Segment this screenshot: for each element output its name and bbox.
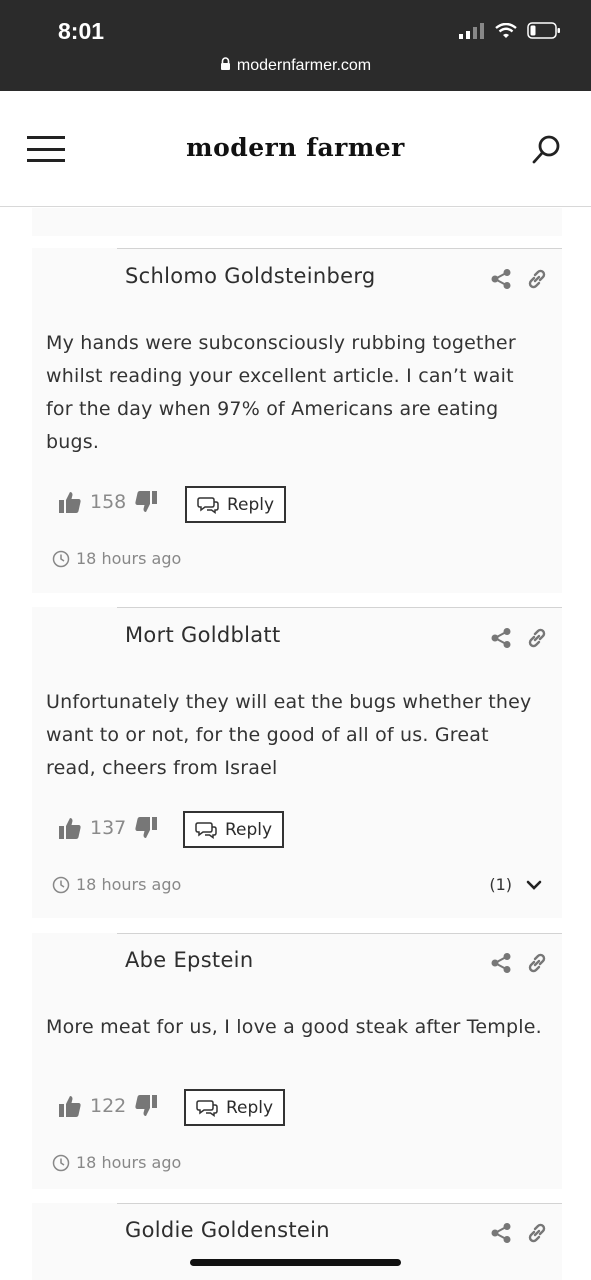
comment-divider [117,933,562,934]
timestamp-text: 18 hours ago [76,1153,182,1172]
thumbs-up-icon[interactable] [58,490,82,514]
replies-count: (1) [489,875,512,894]
comment-actions [490,627,548,649]
home-indicator[interactable] [190,1259,401,1266]
battery-icon [527,22,560,39]
clock-icon [52,1154,70,1171]
comment-author[interactable]: Schlomo Goldsteinberg [125,264,376,288]
like-count: 137 [90,817,127,839]
comment-author[interactable]: Abe Epstein [125,948,253,972]
timestamp-text: 18 hours ago [76,875,182,894]
comment-divider [117,1203,562,1204]
thumbs-down-icon[interactable] [134,816,158,840]
reply-label: Reply [224,819,273,840]
system-icons [459,22,561,39]
share-icon[interactable] [490,952,512,974]
share-icon[interactable] [490,1222,512,1244]
clock-icon [52,550,70,567]
link-icon[interactable] [526,268,548,290]
reply-label: Reply [226,494,275,515]
comment-line: Unfortunately they will eat the bugs whe… [46,691,532,713]
comment-line: whilst reading your excellent article. I… [46,365,514,387]
reply-label: Reply [225,1097,274,1118]
timestamp-text: 18 hours ago [76,549,182,568]
comment-line: More meat for us, I love a good steak af… [46,1016,542,1038]
search-icon[interactable] [531,134,561,166]
vote-controls: 137 [58,816,158,840]
comment-card: Abe Epstein More meat for us, I love a g… [32,933,562,1189]
previous-comment-footer [32,208,562,236]
clock: 8:01 [58,18,105,44]
thumbs-up-icon[interactable] [58,1094,82,1118]
link-icon[interactable] [526,952,548,974]
comments-feed: Schlomo Goldsteinberg My hands were subc… [0,208,591,1280]
reply-button[interactable]: Reply [183,811,284,848]
address-bar[interactable]: modernfarmer.com [0,57,591,75]
comment-line: for the day when 97% of Americans are ea… [46,398,499,420]
reply-button[interactable]: Reply [185,486,286,523]
comment-body: Unfortunately they will eat the bugs whe… [46,686,556,785]
share-icon[interactable] [490,268,512,290]
thumbs-down-icon[interactable] [134,490,158,514]
vote-controls: 122 [58,1094,158,1118]
like-count: 158 [90,491,127,513]
comment-line: My hands were subconsciously rubbing tog… [46,332,516,354]
thumbs-up-icon[interactable] [58,816,82,840]
comment-bubble-icon [195,821,217,839]
comment-author[interactable]: Goldie Goldenstein [125,1218,330,1242]
site-logo[interactable]: modern farmer [0,133,591,162]
status-bar: 8:01 modernfarmer.com [0,0,591,91]
wifi-icon [495,22,517,38]
comment-body: My hands were subconsciously rubbing tog… [46,327,556,459]
url-text: modernfarmer.com [236,57,372,74]
comment-bubble-icon [197,496,219,514]
comment-card: Goldie Goldenstein [32,1203,562,1280]
comment-line: read, cheers from Israel [46,757,278,779]
comment-timestamp: 18 hours ago [52,875,181,894]
like-count: 122 [90,1095,127,1117]
comment-line: bugs. [46,431,100,453]
comment-timestamp: 18 hours ago [52,1153,181,1172]
chevron-down-icon [526,880,542,890]
replies-toggle[interactable]: (1) [489,875,542,894]
comment-actions [490,952,548,974]
lock-icon [220,57,230,70]
comment-actions [490,268,548,290]
comment-divider [117,607,562,608]
thumbs-down-icon[interactable] [134,1094,158,1118]
comment-bubble-icon [196,1099,218,1117]
link-icon[interactable] [526,1222,548,1244]
comment-body: More meat for us, I love a good steak af… [46,1011,556,1044]
share-icon[interactable] [490,627,512,649]
reply-button[interactable]: Reply [184,1089,285,1126]
signal-icon [459,22,484,39]
link-icon[interactable] [526,627,548,649]
comment-divider [117,248,562,249]
comment-card: Schlomo Goldsteinberg My hands were subc… [32,248,562,593]
comment-timestamp: 18 hours ago [52,549,181,568]
site-header: modern farmer [0,91,591,207]
comment-line: want to or not, for the good of all of u… [46,724,489,746]
comment-card: Mort Goldblatt Unfortunately they will e… [32,607,562,918]
comment-author[interactable]: Mort Goldblatt [125,623,281,647]
vote-controls: 158 [58,490,158,514]
clock-icon [52,876,70,893]
comment-actions [490,1222,548,1244]
